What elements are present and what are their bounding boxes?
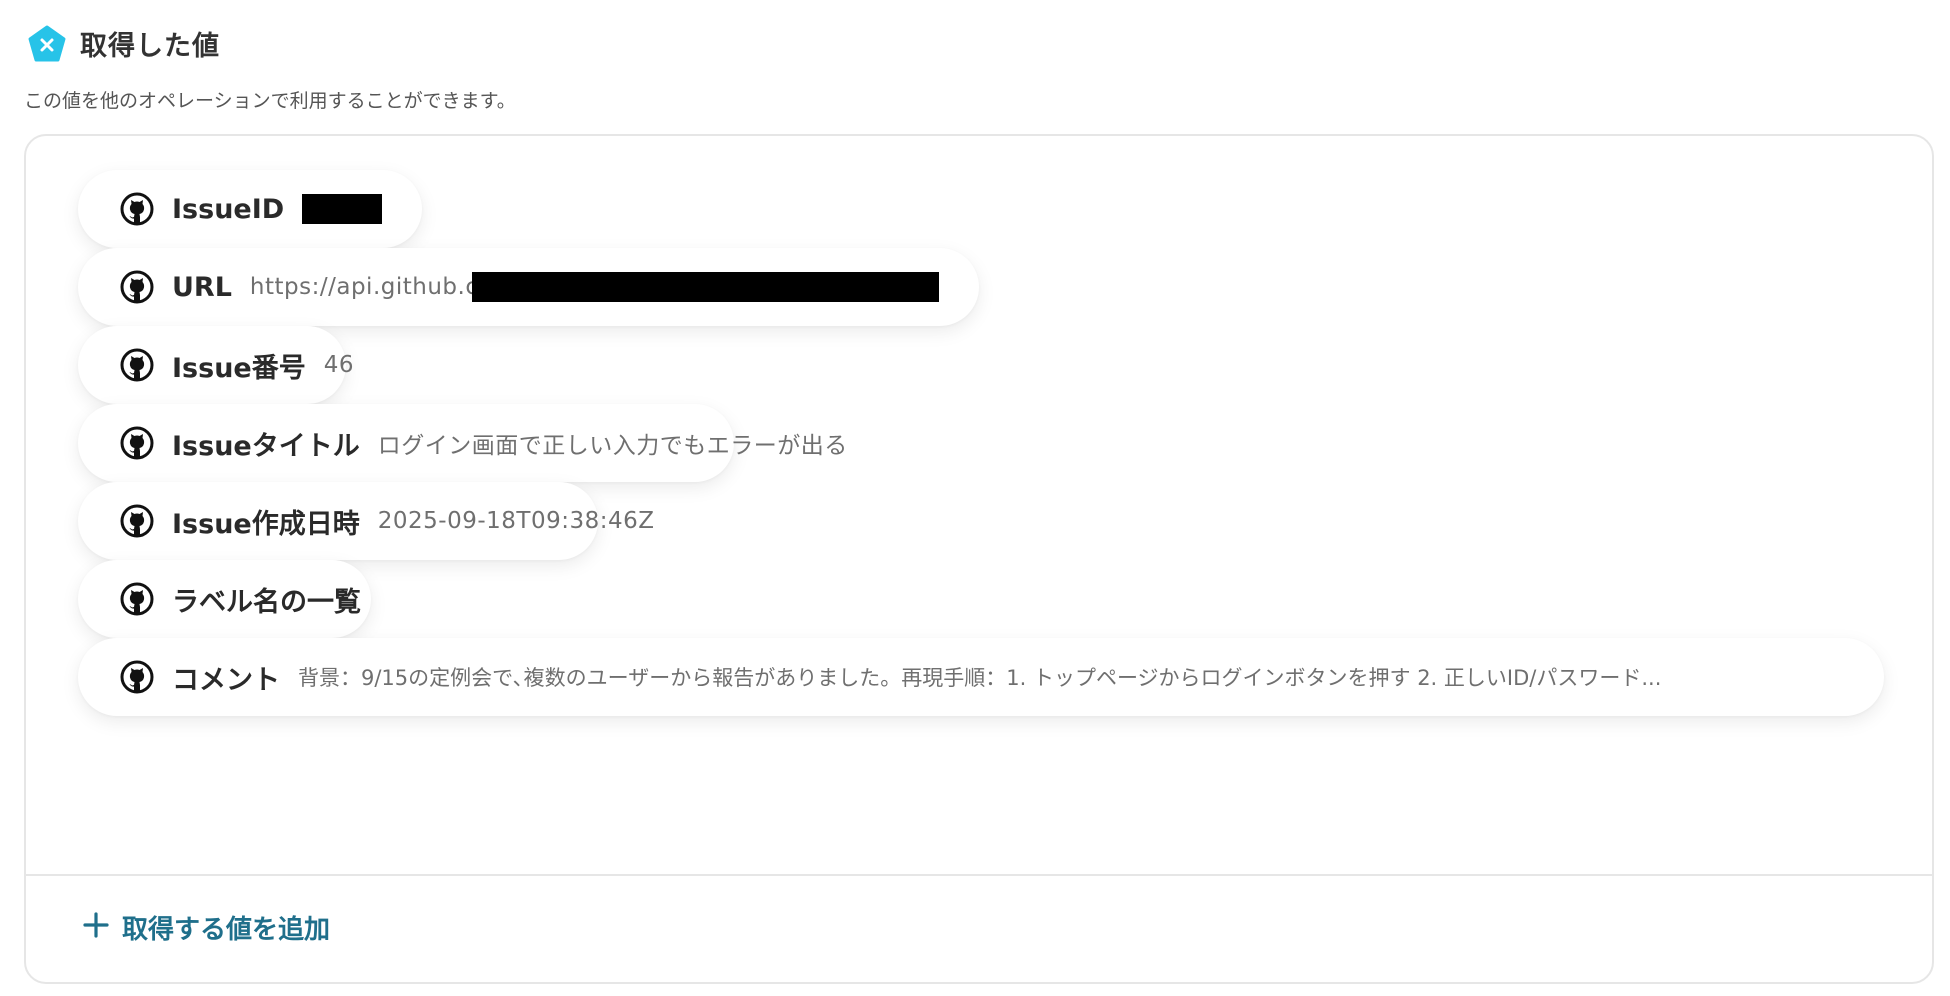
redacted-value (302, 194, 382, 224)
values-panel: IssueID URL https://api.github.c Issue番号… (24, 134, 1934, 984)
section-title: 取得した値 (80, 31, 220, 62)
github-icon (120, 192, 154, 226)
add-value-button[interactable]: 取得する値を追加 (82, 909, 330, 946)
value-label: Issue作成日時 (172, 508, 360, 540)
yoom-logo-icon (28, 25, 66, 63)
github-icon (120, 270, 154, 304)
github-icon (120, 348, 154, 382)
github-icon (120, 426, 154, 460)
value-text: 2025-09-18T09:38:46Z (377, 508, 655, 534)
section-header: 取得した値 (28, 24, 220, 63)
github-icon (120, 660, 154, 694)
value-chip-issue-id[interactable]: IssueID (78, 170, 422, 248)
panel-divider (26, 874, 1932, 876)
value-text: https://api.github.c (249, 274, 479, 300)
value-text: 背景：9/15の定例会で､複数のユーザーから報告がありました。再現手順：1. ト… (298, 666, 1662, 690)
add-value-label: 取得する値を追加 (122, 915, 331, 945)
value-label: ラベル名の一覧 (172, 586, 361, 618)
value-chip-issue-number[interactable]: Issue番号 46 (78, 326, 354, 404)
redacted-value (472, 272, 939, 302)
value-label: コメント (172, 664, 280, 696)
value-label: Issueタイトル (172, 430, 360, 462)
value-chip-label-names[interactable]: ラベル名の一覧 (78, 560, 371, 638)
value-chip-url[interactable]: URL https://api.github.c (78, 248, 979, 326)
value-text: ログイン画面で正しい入力でもエラーが出る (377, 433, 848, 459)
plus-icon (82, 910, 110, 946)
github-icon (120, 504, 154, 538)
value-chip-comment[interactable]: コメント 背景：9/15の定例会で､複数のユーザーから報告がありました。再現手順… (78, 638, 1884, 716)
value-label: IssueID (172, 193, 285, 225)
value-label: Issue番号 (172, 352, 306, 384)
github-icon (120, 582, 154, 616)
value-chip-issue-created-at[interactable]: Issue作成日時 2025-09-18T09:38:46Z (78, 482, 654, 560)
section-description: この値を他のオペレーションで利用することができます。 (24, 90, 516, 112)
value-text: 46 (323, 352, 355, 378)
value-label: URL (172, 271, 232, 303)
value-chip-issue-title[interactable]: Issueタイトル ログイン画面で正しい入力でもエラーが出る (78, 404, 847, 482)
